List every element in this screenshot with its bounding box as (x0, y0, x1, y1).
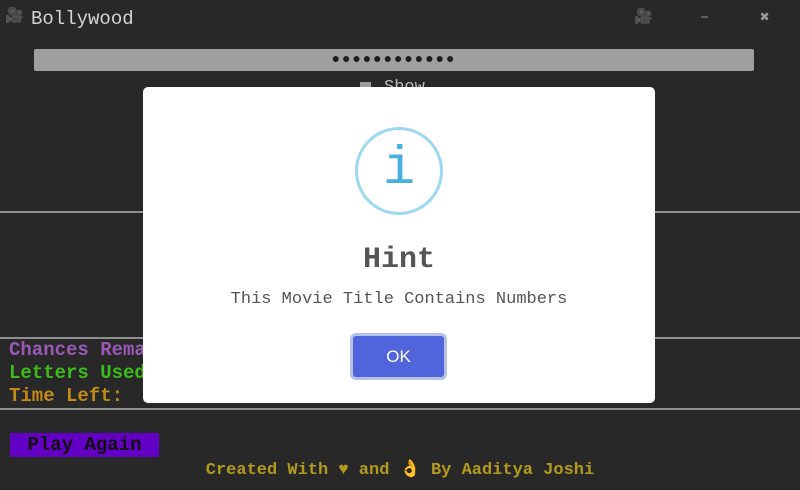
dialog-message: This Movie Title Contains Numbers (230, 290, 568, 309)
modal-overlay: i Hint This Movie Title Contains Numbers… (0, 0, 800, 490)
dialog-title: Hint (362, 243, 435, 277)
ok-button[interactable]: OK (353, 336, 444, 377)
hint-dialog: i Hint This Movie Title Contains Numbers… (143, 87, 655, 403)
info-icon: i (355, 127, 443, 215)
